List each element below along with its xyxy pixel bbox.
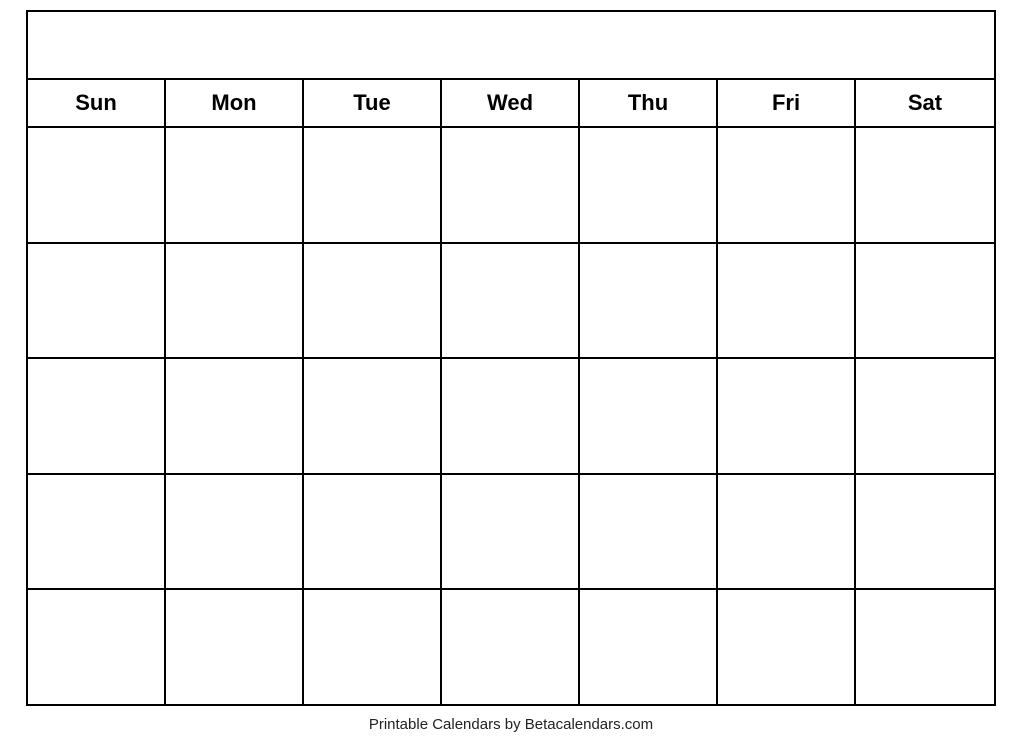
calendar-row-1 xyxy=(28,128,994,244)
calendar-row-4 xyxy=(28,475,994,591)
cell-2-2 xyxy=(166,244,304,358)
cell-3-2 xyxy=(166,359,304,473)
header-tue: Tue xyxy=(304,80,442,126)
cell-4-1 xyxy=(28,475,166,589)
calendar-row-5 xyxy=(28,590,994,704)
cell-3-3 xyxy=(304,359,442,473)
cell-2-5 xyxy=(580,244,718,358)
header-thu: Thu xyxy=(580,80,718,126)
cell-5-7 xyxy=(856,590,994,704)
cell-3-7 xyxy=(856,359,994,473)
cell-4-2 xyxy=(166,475,304,589)
cell-5-3 xyxy=(304,590,442,704)
footer-text: Printable Calendars by Betacalendars.com xyxy=(369,712,653,733)
cell-3-1 xyxy=(28,359,166,473)
cell-5-4 xyxy=(442,590,580,704)
calendar-title xyxy=(28,12,994,80)
cell-2-7 xyxy=(856,244,994,358)
calendar-body xyxy=(28,128,994,704)
page-wrapper: Sun Mon Tue Wed Thu Fri Sat xyxy=(0,0,1022,741)
cell-5-6 xyxy=(718,590,856,704)
cell-4-3 xyxy=(304,475,442,589)
cell-1-2 xyxy=(166,128,304,242)
cell-5-1 xyxy=(28,590,166,704)
cell-4-7 xyxy=(856,475,994,589)
cell-1-5 xyxy=(580,128,718,242)
calendar-row-3 xyxy=(28,359,994,475)
cell-1-3 xyxy=(304,128,442,242)
calendar-row-2 xyxy=(28,244,994,360)
calendar-container: Sun Mon Tue Wed Thu Fri Sat xyxy=(26,10,996,706)
cell-1-1 xyxy=(28,128,166,242)
calendar-header: Sun Mon Tue Wed Thu Fri Sat xyxy=(28,80,994,128)
cell-5-2 xyxy=(166,590,304,704)
cell-1-4 xyxy=(442,128,580,242)
header-sun: Sun xyxy=(28,80,166,126)
cell-4-6 xyxy=(718,475,856,589)
cell-3-4 xyxy=(442,359,580,473)
cell-2-4 xyxy=(442,244,580,358)
cell-3-6 xyxy=(718,359,856,473)
cell-4-4 xyxy=(442,475,580,589)
header-sat: Sat xyxy=(856,80,994,126)
cell-1-6 xyxy=(718,128,856,242)
cell-3-5 xyxy=(580,359,718,473)
header-fri: Fri xyxy=(718,80,856,126)
cell-2-3 xyxy=(304,244,442,358)
cell-4-5 xyxy=(580,475,718,589)
cell-2-6 xyxy=(718,244,856,358)
header-wed: Wed xyxy=(442,80,580,126)
header-mon: Mon xyxy=(166,80,304,126)
cell-5-5 xyxy=(580,590,718,704)
cell-1-7 xyxy=(856,128,994,242)
cell-2-1 xyxy=(28,244,166,358)
